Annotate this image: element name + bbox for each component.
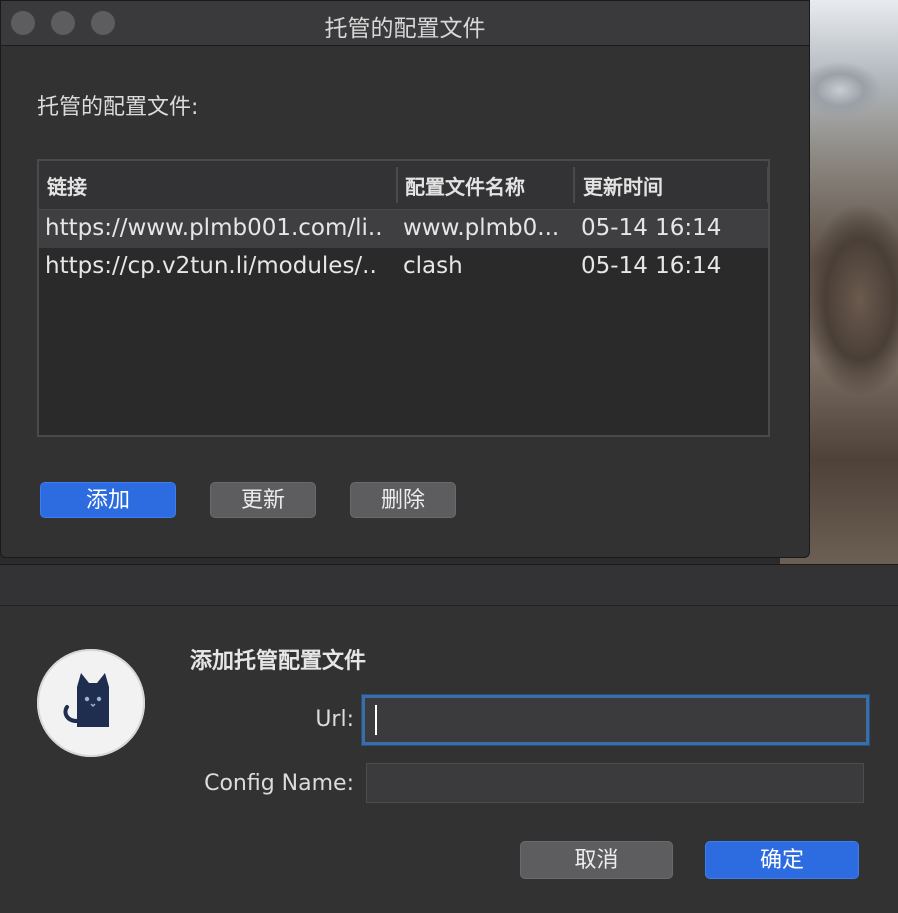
column-separator	[573, 167, 575, 203]
text-caret	[375, 705, 377, 735]
table-row[interactable]: https://cp.v2tun.li/modules/.. clash 05-…	[39, 248, 768, 286]
column-separator	[396, 167, 398, 203]
url-input[interactable]	[362, 695, 869, 745]
update-button[interactable]: 更新	[210, 482, 316, 518]
profiles-window: 托管的配置文件 托管的配置文件: 链接 配置文件名称 更新时间 https://…	[0, 0, 810, 558]
sheet-header-strip	[0, 565, 898, 606]
section-label: 托管的配置文件:	[37, 95, 199, 120]
cancel-button[interactable]: 取消	[520, 841, 673, 879]
config-name-label: Config Name:	[204, 771, 354, 796]
config-name-input[interactable]	[366, 763, 864, 803]
row-name: clash	[403, 253, 463, 279]
url-label: Url:	[315, 707, 354, 732]
titlebar: 托管的配置文件	[1, 1, 809, 46]
table-row[interactable]: https://www.plmb001.com/li.. www.plmb0..…	[39, 210, 768, 248]
clash-cat-icon	[37, 649, 145, 757]
row-time: 05-14 16:14	[581, 253, 722, 279]
sheet-title: 添加托管配置文件	[190, 649, 367, 674]
column-header-name[interactable]: 配置文件名称	[405, 171, 525, 200]
add-button[interactable]: 添加	[40, 482, 176, 518]
row-name: www.plmb0...	[403, 215, 560, 241]
profiles-table: 链接 配置文件名称 更新时间 https://www.plmb001.com/l…	[37, 159, 770, 437]
column-header-link[interactable]: 链接	[47, 171, 87, 200]
column-header-time[interactable]: 更新时间	[583, 171, 663, 200]
row-time: 05-14 16:14	[581, 215, 722, 241]
row-url: https://cp.v2tun.li/modules/..	[45, 253, 377, 279]
add-profile-sheet: 添加托管配置文件 Url: Config Name: 取消 确定	[0, 564, 898, 913]
delete-button[interactable]: 删除	[350, 482, 456, 518]
column-separator	[767, 167, 768, 203]
window-title: 托管的配置文件	[324, 16, 486, 42]
confirm-button[interactable]: 确定	[705, 841, 859, 879]
row-url: https://www.plmb001.com/li..	[45, 215, 383, 241]
table-header: 链接 配置文件名称 更新时间	[39, 161, 768, 210]
